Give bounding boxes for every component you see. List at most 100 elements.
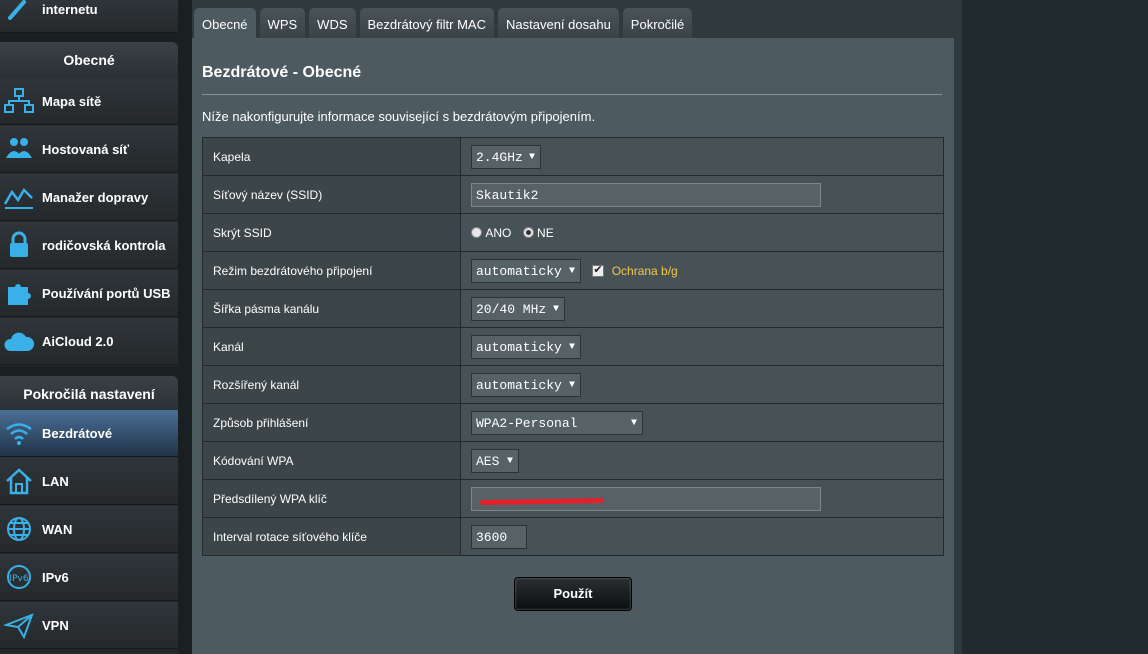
svg-text:IPv6: IPv6 [9,574,28,584]
sidebar-item-wireless[interactable]: Bezdrátové [0,410,178,457]
table-row: Předsdílený WPA klíč [202,479,944,518]
wpa-psk-label: Předsdílený WPA klíč [202,479,461,518]
sidebar-item-label: Mapa sítě [42,93,102,109]
sidebar-heading-general: Obecné [0,42,178,79]
page-title: Bezdrátové - Obecné [202,64,362,81]
sidebar-item-traffic-manager[interactable]: Manažer dopravy [0,174,178,221]
extension-channel-value: automaticky [476,377,562,393]
table-row: Režim bezdrátového připojení automaticky… [202,251,944,290]
hide-ssid-label: Skrýt SSID [202,213,461,252]
chevron-down-icon: ▼ [630,417,637,429]
table-row: Kanál automaticky ▼ [202,327,944,366]
chevron-down-icon: ▼ [568,265,575,277]
hide-ssid-no-label: NE [537,225,554,240]
wpa-psk-input[interactable] [471,486,821,511]
vpn-icon [2,610,36,640]
tab-advanced[interactable]: Pokročilé [622,8,693,38]
sidebar: internetu Obecné Mapa sítě Hostovaná síť… [0,0,178,654]
sidebar-item-internet[interactable]: internetu [0,0,178,33]
globe-icon [2,514,36,544]
sidebar-item-label: AiCloud 2.0 [42,333,114,349]
ssid-label: Síťový název (SSID) [202,175,461,214]
sidebar-item-label: Bezdrátové [42,425,113,441]
sidebar-item-lan[interactable]: LAN [0,458,178,505]
table-row: Šířka pásma kanálu 20/40 MHz ▼ [202,289,944,328]
sidebar-item-label: Manažer dopravy [42,189,149,205]
sidebar-item-ipv6[interactable]: IPv6 IPv6 [0,554,178,601]
tab-general[interactable]: Obecné [194,8,256,38]
puzzle-icon [2,278,36,308]
channel-bandwidth-select[interactable]: 20/40 MHz ▼ [471,296,565,321]
table-row: Rozšířený kanál automaticky ▼ [202,365,944,404]
network-map-icon [2,86,36,116]
lock-icon [2,230,36,260]
ipv6-icon: IPv6 [2,562,36,592]
rekey-interval-label: Interval rotace síťového klíče [202,517,461,556]
sidebar-item-network-map[interactable]: Mapa sítě [0,78,178,125]
band-select-value: 2.4GHz [476,149,523,165]
home-icon [2,466,36,496]
channel-bandwidth-label: Šířka pásma kanálu [202,289,461,328]
wpa-encryption-label: Kódování WPA [202,441,461,480]
sidebar-item-aicloud[interactable]: AiCloud 2.0 [0,318,178,365]
tab-range-settings[interactable]: Nastavení dosahu [498,8,619,38]
sidebar-item-label: Hostovaná síť [42,141,130,157]
chevron-down-icon: ▼ [552,303,559,315]
sidebar-item-guest-network[interactable]: Hostovaná síť [0,126,178,173]
bg-protection-checkbox[interactable] [592,263,605,277]
channel-value: automaticky [476,339,562,355]
right-background [962,0,1148,654]
channel-bandwidth-value: 20/40 MHz [476,301,547,317]
page-description: Níže nakonfigurujte informace souvisejíc… [202,109,596,124]
channel-label: Kanál [202,327,461,366]
sidebar-item-parental-control[interactable]: rodičovská kontrola [0,222,178,269]
cloud-icon [2,326,36,356]
chevron-down-icon: ▼ [528,151,535,163]
band-label: Kapela [202,137,461,176]
redaction-mark [479,497,605,505]
ssid-input[interactable]: Skautik2 [471,182,821,207]
sidebar-item-label: WAN [42,521,73,537]
table-row: Způsob přihlášení WPA2-Personal ▼ [202,403,944,442]
wireless-settings-table: Kapela 2.4GHz ▼ Síťový název (SSID) Skaut… [202,137,944,556]
sidebar-heading-advanced: Pokročilá nastavení [0,376,178,413]
wireless-mode-select[interactable]: automaticky ▼ [471,258,581,283]
sidebar-item-label: LAN [42,473,69,489]
chevron-down-icon: ▼ [568,341,575,353]
sidebar-item-label: Používání portů USB [42,285,171,301]
sidebar-item-label: VPN [42,617,69,633]
hide-ssid-yes-radio[interactable] [471,227,482,239]
wifi-icon [2,418,36,448]
hide-ssid-no-radio[interactable] [522,227,534,239]
chevron-down-icon: ▼ [506,455,513,467]
table-row: Síťový název (SSID) Skautik2 [202,175,944,214]
apply-button[interactable]: Použít [514,577,632,611]
bg-protection-label: Ochrana b/g [611,263,678,278]
wireless-mode-label: Režim bezdrátového připojení [202,251,461,290]
tab-wps[interactable]: WPS [259,8,306,38]
channel-select[interactable]: automaticky ▼ [471,334,581,359]
extension-channel-select[interactable]: automaticky ▼ [471,372,581,397]
table-row: Kódování WPA AES ▼ [202,441,944,480]
table-row: Skrýt SSID ANO NE [202,213,944,252]
tab-wds[interactable]: WDS [309,8,356,38]
wpa-encryption-select[interactable]: AES ▼ [471,448,519,473]
band-select[interactable]: 2.4GHz ▼ [471,144,541,169]
sidebar-item-label: IPv6 [42,569,69,585]
wireless-mode-value: automaticky [476,263,562,279]
title-divider [202,94,942,95]
content-panel: Bezdrátové - Obecné Níže nakonfigurujte … [192,38,954,654]
sidebar-item-usb[interactable]: Používání portů USB [0,270,178,317]
sidebar-item-wan[interactable]: WAN [0,506,178,553]
traffic-manager-icon [2,182,36,212]
rekey-interval-input[interactable]: 3600 [471,524,527,549]
table-row: Kapela 2.4GHz ▼ [202,137,944,176]
tab-mac-filter[interactable]: Bezdrátový filtr MAC [359,8,494,38]
auth-method-select[interactable]: WPA2-Personal ▼ [471,410,643,435]
auth-method-label: Způsob přihlášení [202,403,461,442]
sidebar-item-label: internetu [42,2,98,17]
sidebar-item-vpn[interactable]: VPN [0,602,178,649]
pen-icon [4,0,34,25]
chevron-down-icon: ▼ [568,379,575,391]
sidebar-item-label: rodičovská kontrola [42,237,166,253]
